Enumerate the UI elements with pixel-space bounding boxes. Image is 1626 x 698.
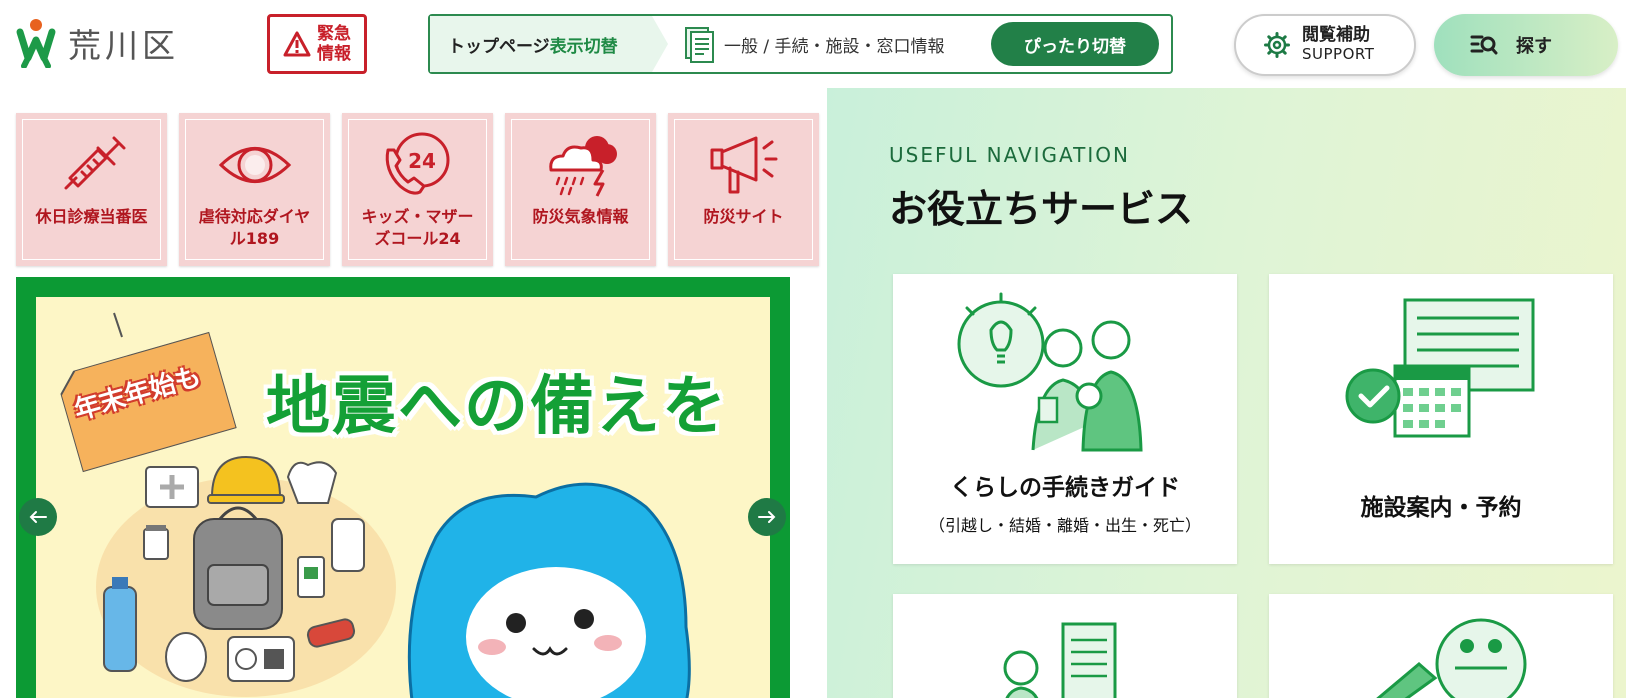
meeting-illustration <box>1376 618 1527 698</box>
emergency-info-button[interactable]: 緊急 情報 <box>267 14 367 74</box>
site-header: 荒川区 緊急 情報 トップページ 表示切替 一般 / 手続・施設・窓口情報 ぴった… <box>0 0 1626 88</box>
banner-inner: 年末年始も 地震への備えを <box>36 297 770 698</box>
arrow-left-icon <box>29 511 47 523</box>
current-mode-text: 一般 / 手続・施設・窓口情報 <box>724 36 945 57</box>
service-card-label: 施設案内・予約 <box>1360 495 1522 521</box>
toggle-heading: トップページ 表示切替 <box>430 16 668 72</box>
search-label: 探す <box>1516 36 1552 57</box>
section-eyebrow: USEFUL NAVIGATION <box>889 143 1131 167</box>
display-mode-toggle: トップページ 表示切替 一般 / 手続・施設・窓口情報 ぴったり切替 <box>428 14 1173 74</box>
phone-24-icon: 24 <box>385 132 449 195</box>
quick-links: 休日診療当番医 虐待対応ダイヤル189 24 キッズ・マザーズコール24 防災気… <box>16 113 819 266</box>
carousel-prev-button[interactable] <box>19 498 57 536</box>
quick-link-abuse-dial[interactable]: 虐待対応ダイヤル189 <box>179 113 330 266</box>
service-card-living-guide[interactable]: くらしの手続きガイド （引越し・結婚・離婚・出生・死亡） <box>893 274 1237 564</box>
megaphone-icon <box>710 136 777 194</box>
site-name: 荒川区 <box>68 26 179 65</box>
service-card-label: くらしの手続きガイド <box>950 475 1180 501</box>
search-menu-icon <box>1470 35 1498 55</box>
service-card-4[interactable] <box>1269 594 1613 698</box>
quick-link-label: 防災サイト <box>703 207 784 226</box>
quick-link-label: 防災気象情報 <box>532 207 629 226</box>
arakawa-logo-icon <box>16 19 56 68</box>
hero-banner[interactable]: 年末年始も 地震への備えを <box>16 277 790 698</box>
support-button[interactable]: 閲覧補助 SUPPORT <box>1234 14 1416 76</box>
syringe-icon <box>64 136 125 190</box>
site-logo[interactable]: 荒川区 <box>14 18 179 68</box>
eye-icon <box>218 147 291 183</box>
support-label: 閲覧補助 SUPPORT <box>1302 25 1375 64</box>
emergency-label: 緊急 情報 <box>317 24 351 64</box>
gear-icon <box>1264 32 1290 58</box>
carousel-next-button[interactable] <box>748 498 786 536</box>
quick-link-holiday-clinic[interactable]: 休日診療当番医 <box>16 113 167 266</box>
arrow-right-icon <box>758 511 776 523</box>
useful-services-section: USEFUL NAVIGATION お役立ちサービス くらしの手続きガイド （引… <box>827 88 1626 698</box>
office-illustration <box>1003 622 1117 698</box>
family-guide-illustration <box>957 292 1143 452</box>
banner-title: 地震への備えを <box>266 370 728 444</box>
section-title: お役立ちサービス <box>889 187 1194 231</box>
quick-link-label: キッズ・マザーズコール24 <box>361 207 474 248</box>
quick-link-weather-info[interactable]: 防災気象情報 <box>505 113 656 266</box>
quick-link-label: 休日診療当番医 <box>35 207 148 226</box>
quick-link-kids-call[interactable]: 24 キッズ・マザーズコール24 <box>342 113 493 266</box>
document-icon <box>685 27 714 63</box>
service-card-3[interactable] <box>893 594 1237 698</box>
service-card-sub: （引越し・結婚・離婚・出生・死亡） <box>928 516 1201 535</box>
switch-mode-button[interactable]: ぴったり切替 <box>991 22 1159 66</box>
search-button[interactable]: 探す <box>1434 14 1618 76</box>
quick-link-label: 虐待対応ダイヤル189 <box>198 207 311 248</box>
quick-link-disaster-site[interactable]: 防災サイト <box>668 113 819 266</box>
facility-calendar-illustration <box>1345 298 1535 438</box>
warning-icon <box>283 31 311 57</box>
service-card-facility[interactable]: 施設案内・予約 <box>1269 274 1613 564</box>
storm-cloud-icon <box>548 136 617 197</box>
svg-text:24: 24 <box>408 149 436 173</box>
